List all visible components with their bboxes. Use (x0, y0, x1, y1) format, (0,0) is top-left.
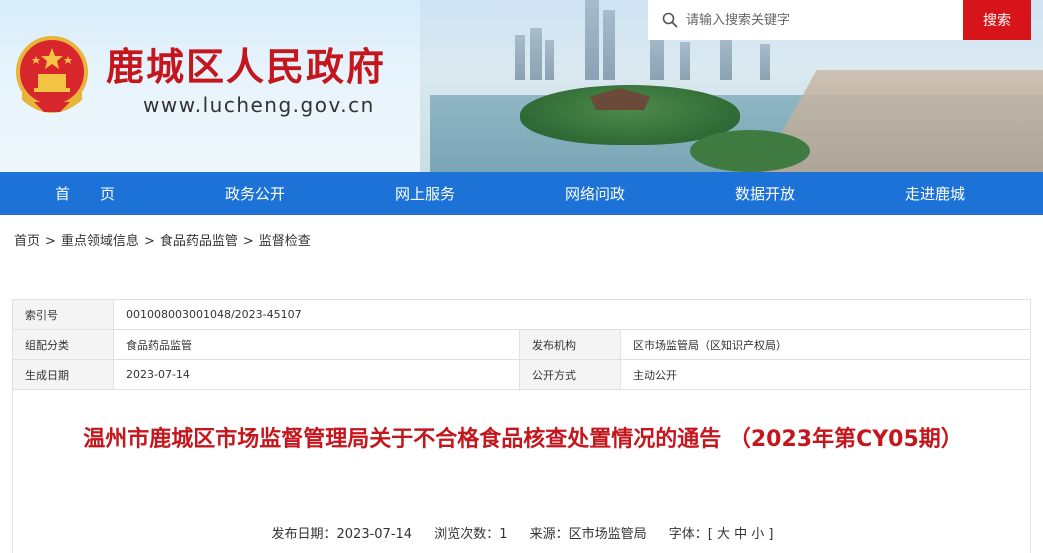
meta-method-value: 主动公开 (620, 359, 1031, 390)
article-source: 来源：区市场监管局 (529, 527, 647, 542)
article-meta: 发布日期：2023-07-14 浏览次数：1 来源：区市场监管局 字体：[ 大 … (13, 523, 1032, 542)
breadcrumb-separator: > (143, 234, 155, 249)
nav-item-about-lucheng[interactable]: 走进鹿城 (850, 172, 1020, 215)
meta-category-value: 食品药品监管 (113, 329, 520, 360)
main-nav: 首 页 政务公开 网上服务 网络问政 数据开放 走进鹿城 (0, 172, 1043, 215)
font-size-selector[interactable]: 字体：[ 大 中 小 ] (669, 527, 774, 542)
article: 温州市鹿城区市场监督管理局关于不合格食品核查处置情况的通告 （2023年第CY0… (12, 390, 1031, 553)
national-emblem-icon (16, 36, 88, 113)
document-meta-table: 索引号 001008003001048/2023-45107 组配分类 食品药品… (12, 299, 1031, 390)
breadcrumb-inspection[interactable]: 监督检查 (259, 234, 311, 249)
nav-item-home[interactable]: 首 页 (0, 172, 170, 215)
search-input[interactable] (686, 12, 956, 28)
article-views: 浏览次数：1 (434, 527, 508, 542)
article-publish-date: 发布日期：2023-07-14 (271, 527, 413, 542)
site-title: 鹿城区人民政府 (106, 45, 387, 89)
nav-item-online-services[interactable]: 网上服务 (340, 172, 510, 215)
breadcrumb-key-areas[interactable]: 重点领域信息 (61, 234, 139, 249)
breadcrumb-home[interactable]: 首页 (14, 234, 40, 249)
site-url: www.lucheng.gov.cn (143, 93, 375, 117)
nav-item-government-affairs[interactable]: 政务公开 (170, 172, 340, 215)
meta-issuer-label: 发布机构 (519, 329, 621, 360)
meta-issuer-value: 区市场监管局（区知识产权局） (620, 329, 1031, 360)
search-icon (662, 12, 678, 28)
nav-item-open-data[interactable]: 数据开放 (680, 172, 850, 215)
meta-method-label: 公开方式 (519, 359, 621, 390)
search-box (648, 0, 963, 40)
meta-date-label: 生成日期 (12, 359, 114, 390)
nav-item-online-inquiry[interactable]: 网络问政 (510, 172, 680, 215)
meta-index-label: 索引号 (12, 299, 114, 330)
breadcrumb-separator: > (45, 234, 56, 249)
article-title: 温州市鹿城区市场监督管理局关于不合格食品核查处置情况的通告 （2023年第CY0… (83, 427, 963, 452)
breadcrumb: 首页 > 重点领域信息 > 食品药品监管 > 监督检查 (14, 230, 311, 249)
meta-index-value: 001008003001048/2023-45107 (113, 299, 1031, 330)
breadcrumb-food-drug[interactable]: 食品药品监管 (160, 234, 238, 249)
meta-date-value: 2023-07-14 (113, 359, 520, 390)
meta-category-label: 组配分类 (12, 329, 114, 360)
search-button[interactable]: 搜索 (963, 0, 1031, 40)
breadcrumb-separator: > (242, 234, 254, 249)
